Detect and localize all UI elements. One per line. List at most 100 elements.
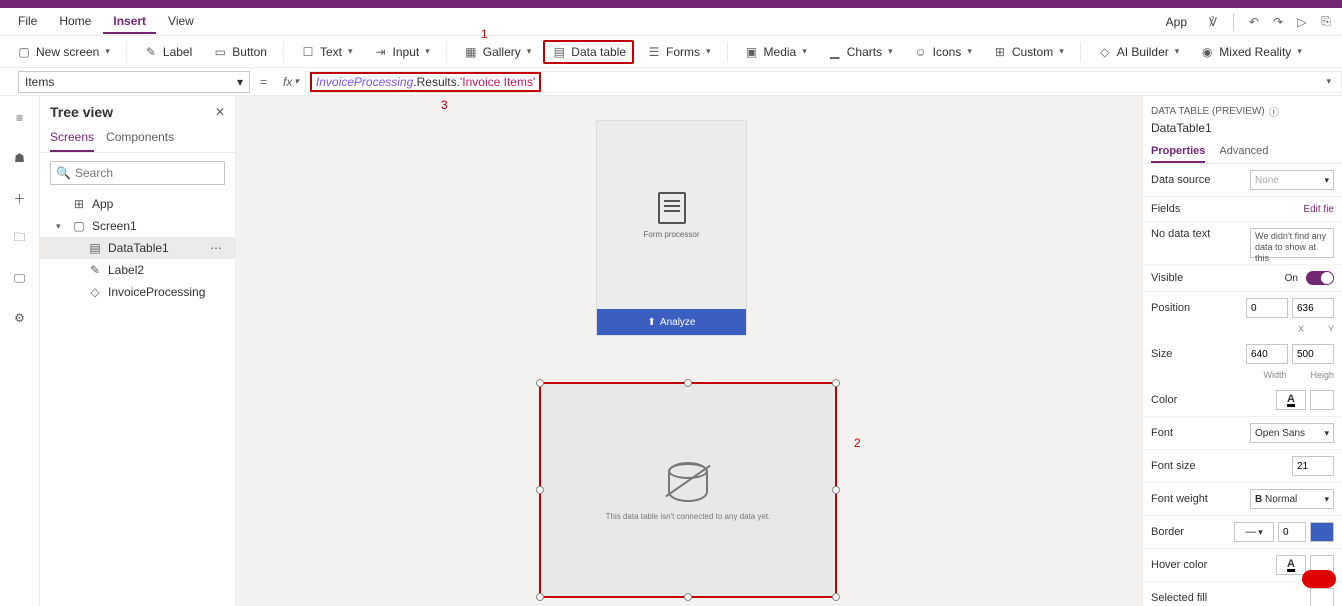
search-input[interactable]: [50, 161, 225, 185]
charts-button[interactable]: ▁Charts▾: [819, 41, 901, 63]
label-button[interactable]: ✎Label: [135, 41, 200, 63]
separator: [446, 42, 447, 62]
custom-icon: ⊞: [992, 44, 1008, 60]
resize-handle[interactable]: [684, 379, 692, 387]
close-icon[interactable]: ✕: [215, 105, 225, 119]
data-source-dropdown[interactable]: None▾: [1250, 170, 1334, 190]
subscribe-badge[interactable]: [1302, 570, 1336, 588]
title-bar: [0, 0, 1342, 8]
width-input[interactable]: [1246, 344, 1288, 364]
insert-icon[interactable]: ＋: [6, 184, 34, 212]
color-swatch[interactable]: [1310, 390, 1334, 410]
form-processor-control[interactable]: Form processor ⬆Analyze: [596, 120, 747, 336]
position-y-input[interactable]: [1292, 298, 1334, 318]
menu-view[interactable]: View: [158, 10, 204, 34]
share-icon[interactable]: ⎘: [1318, 14, 1334, 30]
font-dropdown[interactable]: Open Sans▾: [1250, 423, 1334, 443]
input-button[interactable]: ⇥Input▾: [365, 41, 438, 63]
mixed-reality-button[interactable]: ◉Mixed Reality▾: [1191, 41, 1310, 63]
equals-label: =: [250, 75, 277, 89]
text-button[interactable]: ☐Text▾: [292, 41, 361, 63]
row-data-source: Data source None▾: [1143, 164, 1342, 197]
data-table-button[interactable]: ▤Data table: [543, 40, 634, 64]
row-font: Font Open Sans▾: [1143, 417, 1342, 450]
menu-home[interactable]: Home: [49, 10, 101, 34]
selected-fill-swatch[interactable]: [1310, 588, 1334, 606]
collapse-icon[interactable]: ▾: [56, 221, 66, 232]
button-button[interactable]: ▭Button: [204, 41, 275, 63]
position-x-input[interactable]: [1246, 298, 1288, 318]
hamburger-icon[interactable]: ≡: [6, 104, 34, 132]
new-screen-button[interactable]: ▢New screen▾: [8, 41, 118, 63]
more-icon[interactable]: ⋯: [210, 241, 227, 255]
main-area: ≡ ☗ ＋ 🗀 🖵 ⚙ Tree view ✕ Screens Componen…: [0, 96, 1342, 606]
properties-panel: DATA TABLE (PREVIEW)ⓘ DataTable1 Propert…: [1142, 96, 1342, 606]
tree-item-app[interactable]: ⊞App: [40, 193, 235, 215]
undo-icon[interactable]: ↶: [1246, 14, 1262, 30]
data-icon[interactable]: 🗀: [6, 224, 34, 252]
app-button[interactable]: App: [1156, 11, 1197, 33]
menu-insert[interactable]: Insert: [103, 10, 156, 34]
resize-handle[interactable]: [536, 379, 544, 387]
info-icon[interactable]: ⓘ: [1269, 104, 1279, 119]
tree-item-label2[interactable]: ✎Label2: [40, 259, 235, 281]
tree-view-icon[interactable]: ☗: [6, 144, 34, 172]
custom-button[interactable]: ⊞Custom▾: [984, 41, 1072, 63]
redo-icon[interactable]: ↷: [1270, 14, 1286, 30]
row-font-size: Font size: [1143, 450, 1342, 483]
formula-input[interactable]: InvoiceProcessing.Results.'Invoice Items…: [305, 71, 1342, 93]
tree-item-screen1[interactable]: ▾▢Screen1: [40, 215, 235, 237]
border-width-input[interactable]: [1278, 522, 1306, 542]
color-picker[interactable]: A: [1276, 390, 1306, 410]
resize-handle[interactable]: [832, 593, 840, 601]
annotation-1-abs: 1: [481, 27, 488, 41]
chevron-down-icon: ▾: [967, 46, 972, 57]
border-style-dropdown[interactable]: —▾: [1234, 522, 1274, 542]
gallery-icon: ▦: [463, 44, 479, 60]
fx-label[interactable]: fx▾: [277, 75, 305, 89]
forms-button[interactable]: ☰Forms▾: [638, 41, 719, 63]
chevron-down-icon: ▾: [425, 46, 430, 57]
icons-button[interactable]: ☺Icons▾: [905, 41, 980, 63]
separator: [283, 42, 284, 62]
tab-properties[interactable]: Properties: [1151, 141, 1205, 163]
stethoscope-icon[interactable]: ℣: [1205, 14, 1221, 30]
hover-color-picker[interactable]: A: [1276, 555, 1306, 575]
edit-fields-link[interactable]: Edit fie: [1303, 204, 1334, 215]
tab-advanced[interactable]: Advanced: [1219, 141, 1268, 163]
canvas[interactable]: 1 2 3 Form processor ⬆Analyze This data …: [236, 96, 1142, 606]
resize-handle[interactable]: [536, 593, 544, 601]
tree-item-invoiceprocessing[interactable]: ◇InvoiceProcessing: [40, 281, 235, 303]
media-rail-icon[interactable]: 🖵: [6, 264, 34, 292]
height-input[interactable]: [1292, 344, 1334, 364]
resize-handle[interactable]: [684, 593, 692, 601]
resize-handle[interactable]: [832, 379, 840, 387]
gallery-button[interactable]: ▦Gallery▾: [455, 41, 540, 63]
visible-toggle[interactable]: [1306, 271, 1334, 285]
property-dropdown[interactable]: Items▾: [18, 71, 250, 93]
font-size-input[interactable]: [1292, 456, 1334, 476]
expand-icon[interactable]: ▾: [1320, 76, 1337, 87]
row-size: Size: [1143, 338, 1342, 370]
datatable-control[interactable]: This data table isn't connected to any d…: [539, 382, 837, 598]
media-button[interactable]: ▣Media▾: [736, 41, 815, 63]
control-name: DataTable1: [1143, 119, 1342, 141]
app-icon: ⊞: [72, 197, 86, 211]
border-color-swatch[interactable]: [1310, 522, 1334, 542]
menu-file[interactable]: File: [8, 10, 47, 34]
separator: [1080, 42, 1081, 62]
ai-builder-button[interactable]: ◇AI Builder▾: [1089, 41, 1188, 63]
no-data-text-input[interactable]: We didn't find any data to show at this: [1250, 228, 1334, 258]
row-border: Border —▾: [1143, 516, 1342, 549]
resize-handle[interactable]: [832, 486, 840, 494]
document-icon: [658, 192, 686, 224]
advanced-tools-icon[interactable]: ⚙: [6, 304, 34, 332]
tab-components[interactable]: Components: [106, 124, 174, 152]
ai-icon: ◇: [88, 285, 102, 299]
resize-handle[interactable]: [536, 486, 544, 494]
play-icon[interactable]: ▷: [1294, 14, 1310, 30]
analyze-button[interactable]: ⬆Analyze: [597, 309, 746, 335]
tab-screens[interactable]: Screens: [50, 124, 94, 152]
tree-item-datatable1[interactable]: ▤DataTable1⋯: [40, 237, 235, 259]
font-weight-dropdown[interactable]: B Normal▾: [1250, 489, 1334, 509]
